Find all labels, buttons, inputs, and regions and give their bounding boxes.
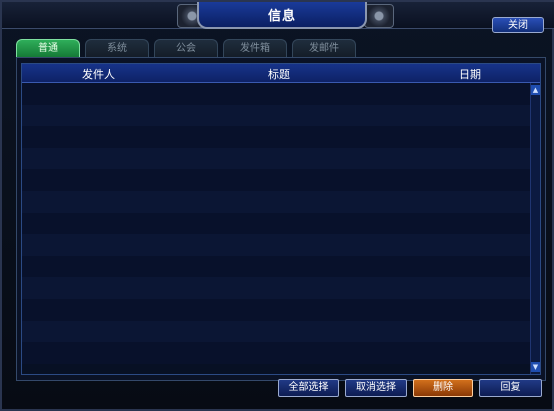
tab-outbox[interactable]: 发件箱: [223, 39, 287, 57]
list-row[interactable]: [22, 255, 530, 278]
delete-button[interactable]: 删除: [413, 379, 473, 397]
list-row[interactable]: [22, 147, 530, 170]
deselect-button[interactable]: 取消选择: [345, 379, 407, 397]
list-scrollbar[interactable]: ▲ ▼: [530, 83, 540, 374]
list-row[interactable]: [22, 212, 530, 235]
list-row[interactable]: [22, 277, 530, 299]
title-plate: 信息: [197, 2, 367, 29]
column-date: 日期: [459, 68, 481, 81]
list-row[interactable]: [22, 104, 530, 127]
message-rows: [22, 83, 530, 364]
window-title: 信息: [267, 9, 296, 24]
list-row[interactable]: [22, 342, 530, 364]
tab-normal[interactable]: 普通: [16, 39, 80, 57]
triangle-down-icon[interactable]: ▼: [531, 362, 540, 372]
tab-system[interactable]: 系统: [85, 39, 149, 57]
column-subject: 标题: [268, 68, 290, 81]
list-row[interactable]: [22, 126, 530, 148]
close-button[interactable]: 关闭: [492, 17, 544, 33]
tab-compose[interactable]: 发邮件: [292, 39, 356, 57]
message-window: 信息 关闭 普通 系统 公会 发件箱 发邮件 发件人 标题 日期 ▲ ▼ 全部选…: [0, 0, 554, 411]
select-all-button[interactable]: 全部选择: [278, 379, 339, 397]
list-row[interactable]: [22, 83, 530, 105]
triangle-up-icon[interactable]: ▲: [531, 85, 540, 95]
list-header: 发件人 标题 日期: [22, 64, 540, 83]
tab-bar: 普通 系统 公会 发件箱 发邮件: [16, 39, 356, 57]
message-list: 发件人 标题 日期 ▲ ▼: [21, 63, 541, 375]
list-row[interactable]: [22, 190, 530, 213]
list-row[interactable]: [22, 234, 530, 256]
reply-button[interactable]: 回复: [479, 379, 542, 397]
list-row[interactable]: [22, 169, 530, 191]
tab-guild[interactable]: 公会: [154, 39, 218, 57]
list-row[interactable]: [22, 298, 530, 321]
right-ornament-icon: [364, 4, 394, 28]
list-row[interactable]: [22, 320, 530, 343]
column-sender: 发件人: [82, 68, 115, 81]
